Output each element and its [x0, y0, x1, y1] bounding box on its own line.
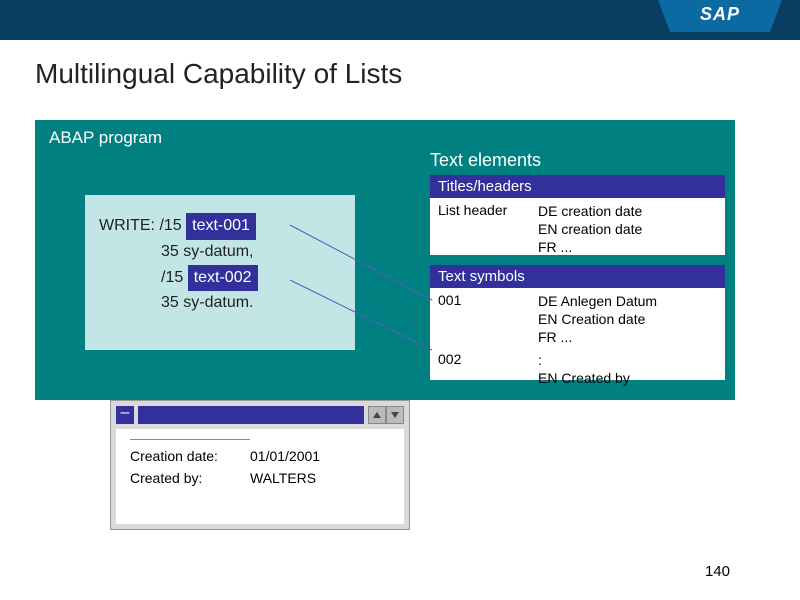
- code-l1-pre: WRITE: /15: [99, 217, 186, 234]
- ts-r1-col1: 001: [438, 292, 538, 347]
- code-line-2: 35 sy-datum,: [161, 240, 341, 265]
- minimize-icon[interactable]: –: [116, 406, 134, 424]
- output-row-2: Created by: WALTERS: [130, 470, 390, 486]
- scroll-arrows: [368, 406, 404, 424]
- ts-r1-de: DE Anlegen Datum: [538, 292, 657, 310]
- output-window: – Creation date: 01/01/2001 Created by: …: [110, 400, 410, 530]
- ts-row2: 002 : EN Created by: [430, 351, 725, 391]
- output-divider: [130, 439, 250, 440]
- titles-headers-header: Titles/headers: [430, 175, 725, 198]
- code-l3-pre: /15: [161, 269, 188, 286]
- text-symbols-header: Text symbols: [430, 265, 725, 288]
- creation-date-value: 01/01/2001: [250, 448, 320, 464]
- th-de: DE creation date: [538, 202, 642, 220]
- text-elements-label: Text elements: [430, 150, 541, 171]
- th-en: EN creation date: [538, 220, 642, 238]
- brand-tab: SAP: [670, 0, 770, 32]
- ts-r1-en: EN Creation date: [538, 310, 657, 328]
- created-by-value: WALTERS: [250, 470, 316, 486]
- output-body: Creation date: 01/01/2001 Created by: WA…: [116, 429, 404, 524]
- panel-label: ABAP program: [49, 128, 162, 148]
- ts-r2-col2: : EN Created by: [538, 351, 630, 387]
- titles-headers-content: List header DE creation date EN creation…: [430, 198, 725, 261]
- code-line-3: /15 text-002: [161, 265, 341, 292]
- th-fr: FR ...: [538, 238, 642, 256]
- text-002-highlight: text-002: [188, 265, 258, 292]
- th-col1: List header: [438, 202, 538, 257]
- ts-r2-l1: :: [538, 351, 630, 369]
- code-line-4: 35 sy-datum.: [161, 291, 341, 316]
- ts-r2-col1: 002: [438, 351, 538, 387]
- th-col2: DE creation date EN creation date FR ...: [538, 202, 642, 257]
- ts-row1: 001 DE Anlegen Datum EN Creation date FR…: [430, 288, 725, 351]
- code-box: WRITE: /15 text-001 35 sy-datum, /15 tex…: [85, 195, 355, 350]
- brand-text: SAP: [670, 0, 770, 28]
- output-row-1: Creation date: 01/01/2001: [130, 448, 390, 464]
- titlebar-fill: [138, 406, 364, 424]
- page-title: Multilingual Capability of Lists: [35, 58, 402, 90]
- output-titlebar: –: [116, 406, 404, 424]
- text-001-highlight: text-001: [186, 213, 256, 240]
- arrow-up-icon[interactable]: [368, 406, 386, 424]
- page-number: 140: [705, 563, 730, 580]
- arrow-down-icon[interactable]: [386, 406, 404, 424]
- ts-r2-l2: EN Created by: [538, 369, 630, 387]
- creation-date-label: Creation date:: [130, 448, 250, 464]
- titles-headers-box: Titles/headers List header DE creation d…: [430, 175, 725, 255]
- text-symbols-box: Text symbols 001 DE Anlegen Datum EN Cre…: [430, 265, 725, 380]
- ts-r1-fr: FR ...: [538, 328, 657, 346]
- ts-r1-col2: DE Anlegen Datum EN Creation date FR ...: [538, 292, 657, 347]
- code-line-1: WRITE: /15 text-001: [99, 213, 341, 240]
- created-by-label: Created by:: [130, 470, 250, 486]
